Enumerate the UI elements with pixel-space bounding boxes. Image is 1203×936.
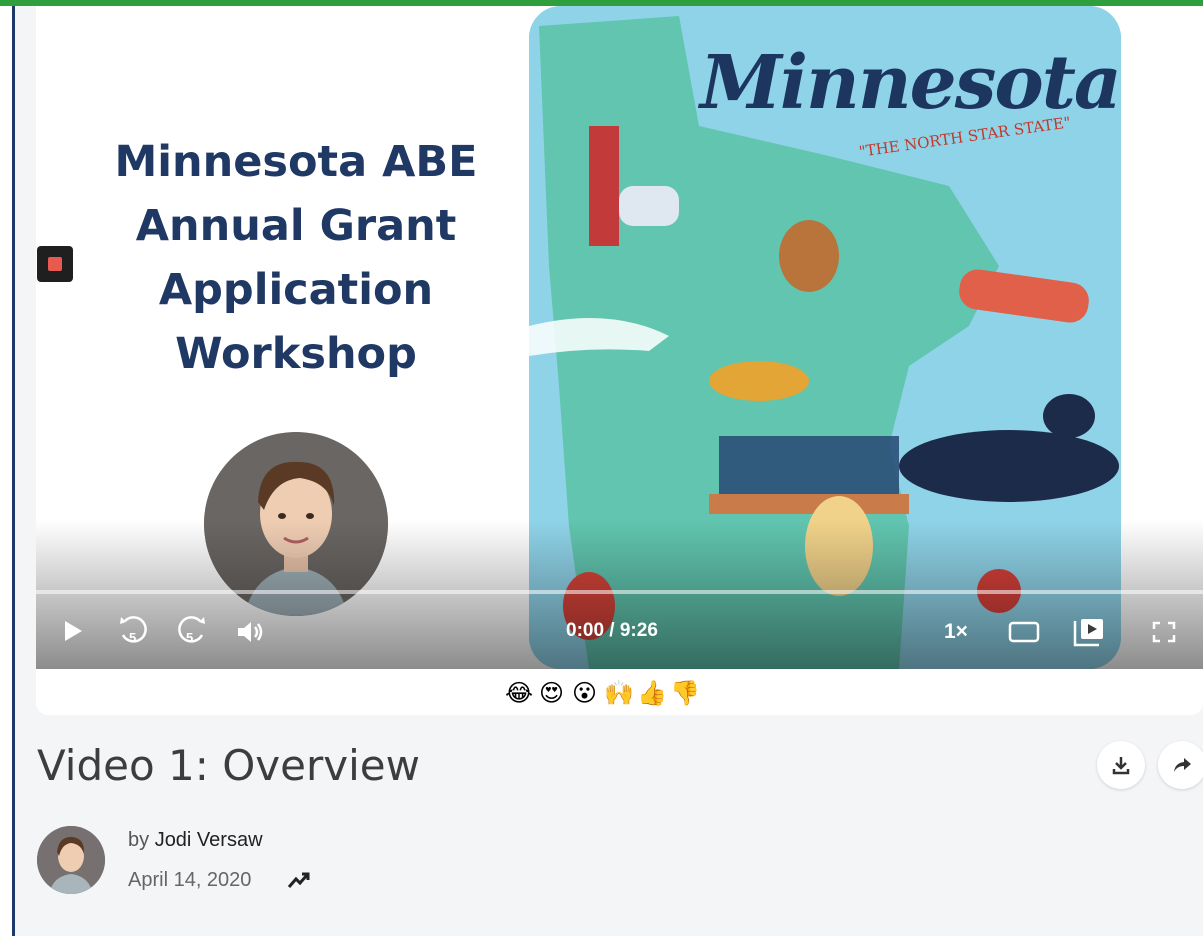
reaction-thumbs-up[interactable]: 👍: [637, 680, 667, 708]
reaction-laugh[interactable]: 😂: [505, 680, 533, 708]
video-title: Video 1: Overview: [37, 741, 420, 790]
rewind-seconds-label: 5: [129, 630, 136, 645]
volume-icon: [238, 622, 263, 642]
download-icon: [1112, 757, 1130, 775]
author-byline: by Jodi Versaw: [128, 829, 263, 852]
forward-5-button[interactable]: 5: [174, 615, 208, 654]
theater-mode-button[interactable]: [1008, 621, 1040, 648]
author-avatar[interactable]: [37, 826, 105, 894]
slide-title-line: Workshop: [175, 329, 417, 379]
author-name[interactable]: Jodi Versaw: [155, 829, 263, 851]
reaction-love[interactable]: 😍: [538, 680, 565, 708]
play-button[interactable]: [63, 620, 83, 647]
volume-button[interactable]: [236, 620, 266, 649]
byline-prefix: by: [128, 829, 150, 851]
reaction-wow[interactable]: 😮: [571, 680, 598, 708]
theater-mode-icon: [1008, 621, 1040, 643]
slide-title: Minnesota ABE Annual Grant Application W…: [96, 130, 496, 386]
play-icon: [65, 621, 82, 641]
reaction-bar: 😂 😍 😮 🙌 👍 👎: [505, 680, 700, 708]
trending-icon: [287, 869, 311, 896]
time-display: 0:00 / 9:26: [566, 620, 658, 641]
forward-seconds-label: 5: [186, 630, 193, 645]
reaction-celebrate[interactable]: 🙌: [604, 680, 634, 708]
reaction-thumbs-down[interactable]: 👎: [670, 680, 700, 708]
map-title-text: Minnesota: [700, 40, 1122, 126]
fullscreen-icon: [1152, 621, 1176, 643]
publish-date: April 14, 2020: [128, 869, 252, 891]
rewind-5-icon: 5: [120, 616, 147, 645]
share-button[interactable]: [1158, 741, 1203, 789]
share-icon: [1174, 758, 1191, 772]
left-frame-line: [12, 6, 15, 936]
stop-recording-button[interactable]: [37, 246, 73, 282]
rewind-5-button[interactable]: 5: [117, 615, 151, 654]
slide-title-line: Application: [158, 265, 434, 315]
progress-bar[interactable]: [36, 590, 1203, 594]
picture-in-picture-button[interactable]: [1073, 617, 1105, 652]
slide-title-line: Annual Grant: [135, 201, 457, 251]
picture-in-picture-icon: [1073, 619, 1103, 647]
fullscreen-button[interactable]: [1152, 621, 1176, 648]
forward-5-icon: 5: [178, 616, 205, 645]
slide-title-line: Minnesota ABE: [114, 137, 478, 187]
avatar-portrait: [37, 826, 105, 894]
playback-speed-button[interactable]: 1×: [944, 620, 968, 644]
download-button[interactable]: [1097, 741, 1145, 789]
